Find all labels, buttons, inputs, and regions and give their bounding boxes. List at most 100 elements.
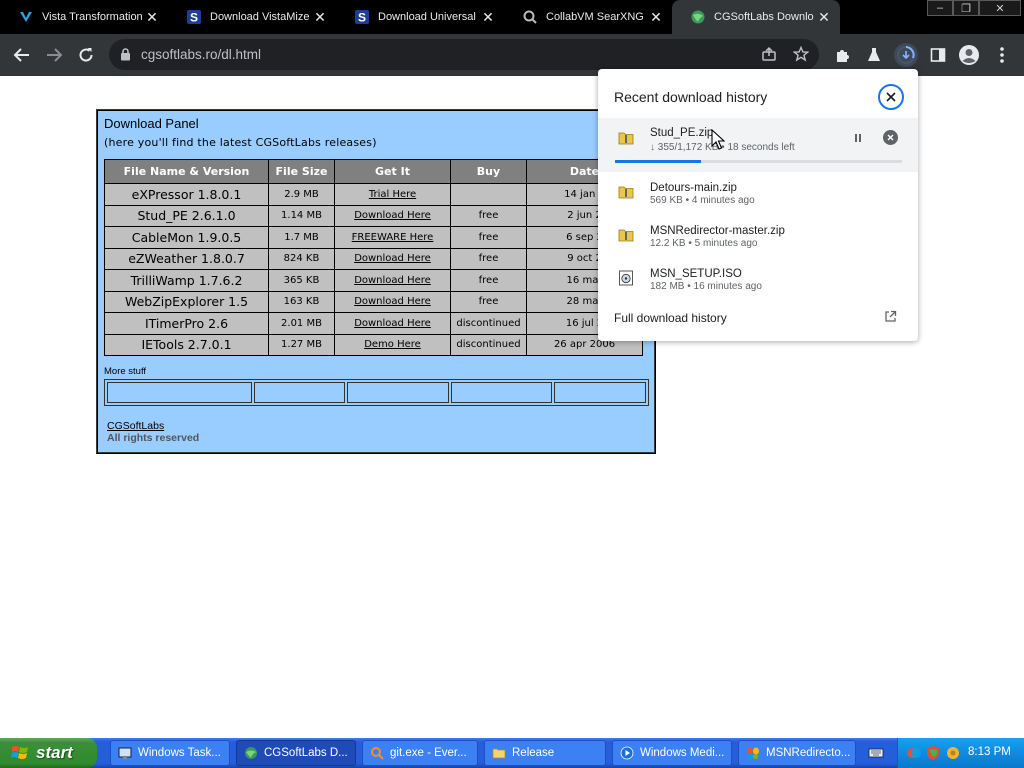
network-icon[interactable] xyxy=(906,745,922,766)
clock[interactable]: 8:13 PM xyxy=(968,746,1011,758)
cancel-download-icon[interactable] xyxy=(883,130,898,145)
get-it-cell: Download Here xyxy=(335,313,450,334)
download-link[interactable]: Download Here xyxy=(354,253,431,264)
product-name-cell: Stud_PE 2.6.1.0 xyxy=(105,205,268,226)
download-item[interactable]: MSNRedirector-master.zip 12.2 KB • 5 min… xyxy=(598,215,918,258)
taskbar-item-label: Windows Task... xyxy=(138,747,221,759)
get-it-cell: Download Here xyxy=(335,291,450,312)
keyboard-icon[interactable] xyxy=(868,746,884,765)
share-icon[interactable] xyxy=(761,46,777,67)
tab-download-vistamizer[interactable]: S Download VistaMizer ✕ xyxy=(168,0,336,34)
taskbar-item-chrome[interactable]: CGSoftLabs D... xyxy=(236,740,356,766)
tab-title: Vista Transformation xyxy=(42,11,142,23)
download-panel: Download Panel (here you'll find the lat… xyxy=(96,109,656,454)
download-link[interactable]: Trial Here xyxy=(369,189,416,200)
taskbar-item-msnredirector[interactable]: MSNRedirecto... xyxy=(738,740,856,766)
tab-strip: Vista Transformation ✕ S Download VistaM… xyxy=(0,0,1024,34)
close-tab-icon[interactable]: ✕ xyxy=(478,9,498,26)
get-it-cell: Download Here xyxy=(335,248,450,269)
column-header: Get It xyxy=(335,160,450,183)
download-link[interactable]: Download Here xyxy=(354,318,431,329)
tab-download-universal[interactable]: S Download Universal ✕ xyxy=(336,0,504,34)
product-name-cell: eZWeather 1.8.0.7 xyxy=(105,248,268,269)
back-button[interactable] xyxy=(10,43,34,67)
cgsoftlabs-link[interactable]: CGSoftLabs xyxy=(107,420,164,432)
download-link[interactable]: Download Here xyxy=(354,296,431,307)
table-row: IETools 2.7.0.1 1.27 MB Demo Here discontin… xyxy=(105,334,642,355)
forward-button[interactable] xyxy=(42,43,66,67)
get-it-cell: Trial Here xyxy=(335,184,450,205)
restore-button[interactable]: ❐ xyxy=(953,0,979,16)
svg-text:S: S xyxy=(358,11,366,25)
minimize-button[interactable]: – xyxy=(927,0,953,16)
file-size-cell: 1.14 MB xyxy=(269,205,334,226)
open-external-icon[interactable] xyxy=(884,310,898,324)
forward-arrow-icon xyxy=(47,48,63,62)
table-row: WebZipExplorer 1.5 163 KB Download Here fre… xyxy=(105,291,642,312)
taskbar-item-label: CGSoftLabs D... xyxy=(264,747,348,759)
media-player-icon xyxy=(619,745,635,761)
file-size-cell: 824 KB xyxy=(269,248,334,269)
profile-button[interactable] xyxy=(957,43,981,67)
menu-button[interactable] xyxy=(990,43,1014,67)
download-item[interactable]: MSN_SETUP.ISO 182 MB • 16 minutes ago xyxy=(598,258,918,301)
window-close-button[interactable]: ✕ xyxy=(979,0,1021,16)
download-status: 182 MB • 16 minutes ago xyxy=(650,281,762,292)
svg-text:S: S xyxy=(190,11,198,25)
download-filename: Stud_PE.zip xyxy=(650,127,714,139)
close-tab-icon[interactable]: ✕ xyxy=(142,9,162,26)
reload-button[interactable] xyxy=(74,43,98,67)
tab-cgsoftlabs[interactable]: CGSoftLabs Downlo ✕ xyxy=(672,0,840,34)
tab-vista-transformation[interactable]: Vista Transformation ✕ xyxy=(0,0,168,34)
close-bubble-button[interactable] xyxy=(878,84,904,110)
download-link[interactable]: Download Here xyxy=(354,275,431,286)
download-filename: Detours-main.zip xyxy=(650,182,737,194)
product-name-cell: eXPressor 1.8.0.1 xyxy=(105,184,268,205)
file-size-cell: 2.9 MB xyxy=(269,184,334,205)
taskbar-item-task-manager[interactable]: Windows Task... xyxy=(110,740,230,766)
taskbar-item-release-folder[interactable]: Release xyxy=(484,740,606,766)
panel-title: Download Panel xyxy=(104,116,199,131)
close-tab-icon[interactable]: ✕ xyxy=(646,9,666,26)
extensions-button[interactable] xyxy=(830,43,854,67)
product-name-cell: WebZipExplorer 1.5 xyxy=(105,291,268,312)
tab-title: Download VistaMizer xyxy=(210,11,310,23)
lock-icon[interactable] xyxy=(120,48,131,66)
tab-title: Download Universal xyxy=(378,11,476,23)
taskbar-item-label: Windows Medi... xyxy=(640,747,725,759)
side-panel-button[interactable] xyxy=(926,43,950,67)
puzzle-icon xyxy=(836,49,849,62)
more-stuff-cell xyxy=(254,382,346,403)
volume-icon[interactable] xyxy=(945,745,961,766)
mouse-cursor-icon xyxy=(711,129,725,150)
table-row: ITimerPro 2.6 2.01 MB Download Here discont… xyxy=(105,313,642,334)
table-row: CableMon 1.9.0.5 1.7 MB FREEWARE Here free 6… xyxy=(105,227,642,248)
download-table: File Name & Version File Size Get It Buy… xyxy=(104,159,643,356)
download-bubble-title: Recent download history xyxy=(614,89,768,105)
tab-collabvm-searxng[interactable]: CollabVM SearXNG ✕ xyxy=(504,0,672,34)
full-download-history-link[interactable]: Full download history xyxy=(614,311,727,325)
disc-image-icon xyxy=(618,270,634,286)
file-size-cell: 1.7 MB xyxy=(269,227,334,248)
download-link[interactable]: FREEWARE Here xyxy=(352,232,434,243)
downloads-button[interactable] xyxy=(894,43,918,67)
download-item[interactable]: Detours-main.zip 569 KB • 4 minutes ago xyxy=(598,172,918,215)
taskbar-item-media-player[interactable]: Windows Medi... xyxy=(612,740,732,766)
download-item-active[interactable]: Stud_PE.zip ↓ 355/1,172 KB • 18 seconds … xyxy=(598,118,918,172)
column-header: File Size xyxy=(269,160,334,183)
zip-file-icon xyxy=(618,184,634,200)
security-shield-icon[interactable] xyxy=(925,745,941,766)
taskbar-item-everything[interactable]: git.exe - Ever... xyxy=(362,740,478,766)
address-bar[interactable]: cgsoftlabs.ro/dl.html xyxy=(109,39,819,70)
pause-icon[interactable] xyxy=(851,131,865,145)
file-size-cell: 163 KB xyxy=(269,291,334,312)
labs-button[interactable] xyxy=(862,43,886,67)
download-link[interactable]: Demo Here xyxy=(364,339,421,350)
close-tab-icon[interactable]: ✕ xyxy=(814,9,834,26)
download-link[interactable]: Download Here xyxy=(354,210,431,221)
start-button[interactable]: start xyxy=(0,738,97,768)
bookmark-star-icon[interactable] xyxy=(792,45,810,67)
close-tab-icon[interactable]: ✕ xyxy=(310,9,330,26)
download-filename: MSNRedirector-master.zip xyxy=(650,225,785,237)
zip-file-icon xyxy=(618,130,634,146)
